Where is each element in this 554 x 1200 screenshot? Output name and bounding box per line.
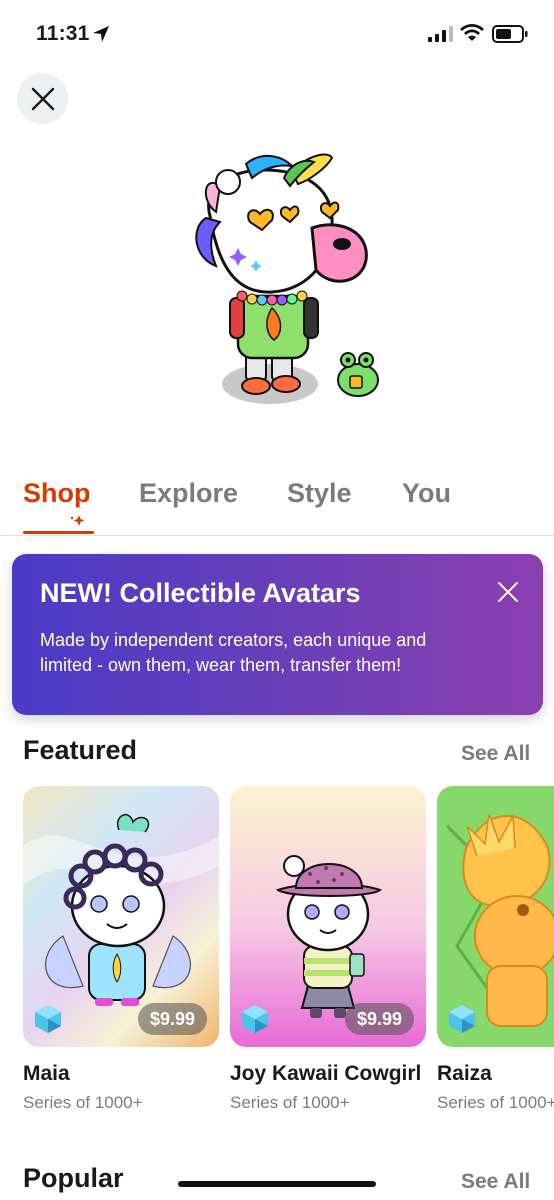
close-button[interactable] [17, 73, 68, 124]
card-title: Maia [23, 1062, 70, 1085]
collectible-gem-icon [449, 1005, 475, 1033]
collectible-avatars-banner[interactable]: NEW! Collectible Avatars Made by indepen… [12, 554, 543, 715]
popular-see-all-link[interactable]: See All [461, 1170, 530, 1194]
featured-card-raiza[interactable]: Raiza Series of 1000+ [437, 786, 554, 1126]
card-series: Series of 1000+ [23, 1093, 143, 1112]
tab-shop[interactable]: Shop [23, 478, 91, 509]
location-arrow-icon [93, 26, 109, 42]
tab-explore[interactable]: Explore [139, 478, 238, 509]
sparkle-icon [70, 515, 85, 526]
status-bar: 11:31 [0, 0, 554, 66]
home-indicator [178, 1181, 376, 1187]
card-series: Series of 1000+ [437, 1093, 554, 1112]
card-image: $9.99 [230, 786, 426, 1047]
featured-title: Featured [23, 735, 138, 765]
card-image [437, 786, 554, 1047]
status-time: 11:31 [36, 22, 90, 45]
cellular-signal-icon [428, 26, 453, 42]
close-icon [31, 87, 54, 110]
card-title: Joy Kawaii Cowgirl [230, 1062, 422, 1085]
active-tab-indicator [23, 531, 94, 534]
price-badge: $9.99 [137, 1003, 207, 1035]
collectible-gem-icon [242, 1005, 268, 1033]
featured-card-maia[interactable]: $9.99 Maia Series of 1000+ [23, 786, 219, 1112]
banner-close-icon[interactable] [496, 580, 520, 604]
price-badge: $9.99 [344, 1003, 414, 1035]
collectible-gem-icon [35, 1005, 61, 1033]
tab-you[interactable]: You [402, 478, 451, 509]
battery-icon [492, 25, 528, 43]
featured-see-all-link[interactable]: See All [461, 742, 530, 766]
tab-style[interactable]: Style [287, 478, 352, 509]
wifi-icon [460, 24, 484, 41]
card-title: Raiza [437, 1062, 492, 1085]
card-image: $9.99 [23, 786, 219, 1047]
featured-card-joy-kawaii-cowgirl[interactable]: $9.99 Joy Kawaii Cowgirl Series of 1000+ [230, 786, 426, 1112]
popular-title: Popular [23, 1163, 124, 1193]
banner-body: Made by independent creators, each uniqu… [40, 630, 427, 675]
avatar-illustration [195, 153, 379, 404]
banner-title: NEW! Collectible Avatars [40, 578, 361, 608]
card-series: Series of 1000+ [230, 1093, 350, 1112]
